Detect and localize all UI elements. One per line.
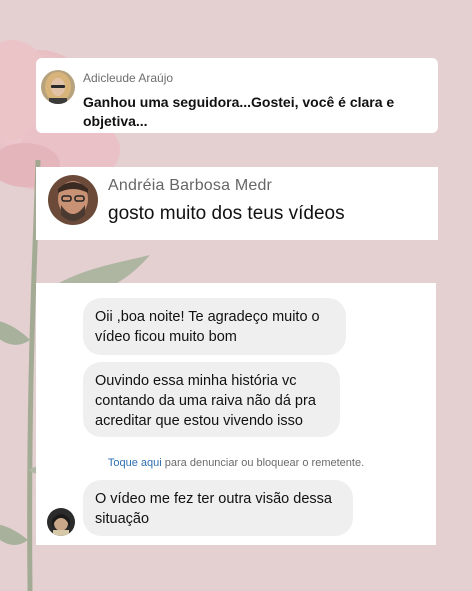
avatar[interactable] <box>48 175 98 225</box>
comment-author[interactable]: Adicleude Araújo <box>83 71 173 85</box>
comment-text: gosto muito dos teus vídeos <box>108 203 345 224</box>
avatar[interactable] <box>41 70 75 104</box>
message-bubble[interactable]: Ouvindo essa minha história vc contando … <box>83 362 340 437</box>
report-notice: Toque aqui para denunciar ou bloquear o … <box>36 457 436 469</box>
message-bubble[interactable]: Oii ,boa noite! Te agradeço muito o víde… <box>83 298 346 355</box>
chat-panel: Oii ,boa noite! Te agradeço muito o víde… <box>36 283 436 545</box>
comment-author[interactable]: Andréia Barbosa Medr <box>108 177 272 195</box>
report-text: para denunciar ou bloquear o remetente. <box>164 457 365 469</box>
comment-card-1: Adicleude Araújo Ganhou uma seguidora...… <box>36 58 438 133</box>
comment-text: Ganhou uma seguidora...Gostei, você é cl… <box>83 94 395 129</box>
report-link[interactable]: Toque aqui <box>108 457 162 469</box>
message-bubble[interactable]: O vídeo me fez ter outra visão dessa sit… <box>83 480 353 536</box>
sender-avatar[interactable] <box>47 508 75 536</box>
comment-card-2: Andréia Barbosa Medr gosto muito dos teu… <box>36 167 438 240</box>
